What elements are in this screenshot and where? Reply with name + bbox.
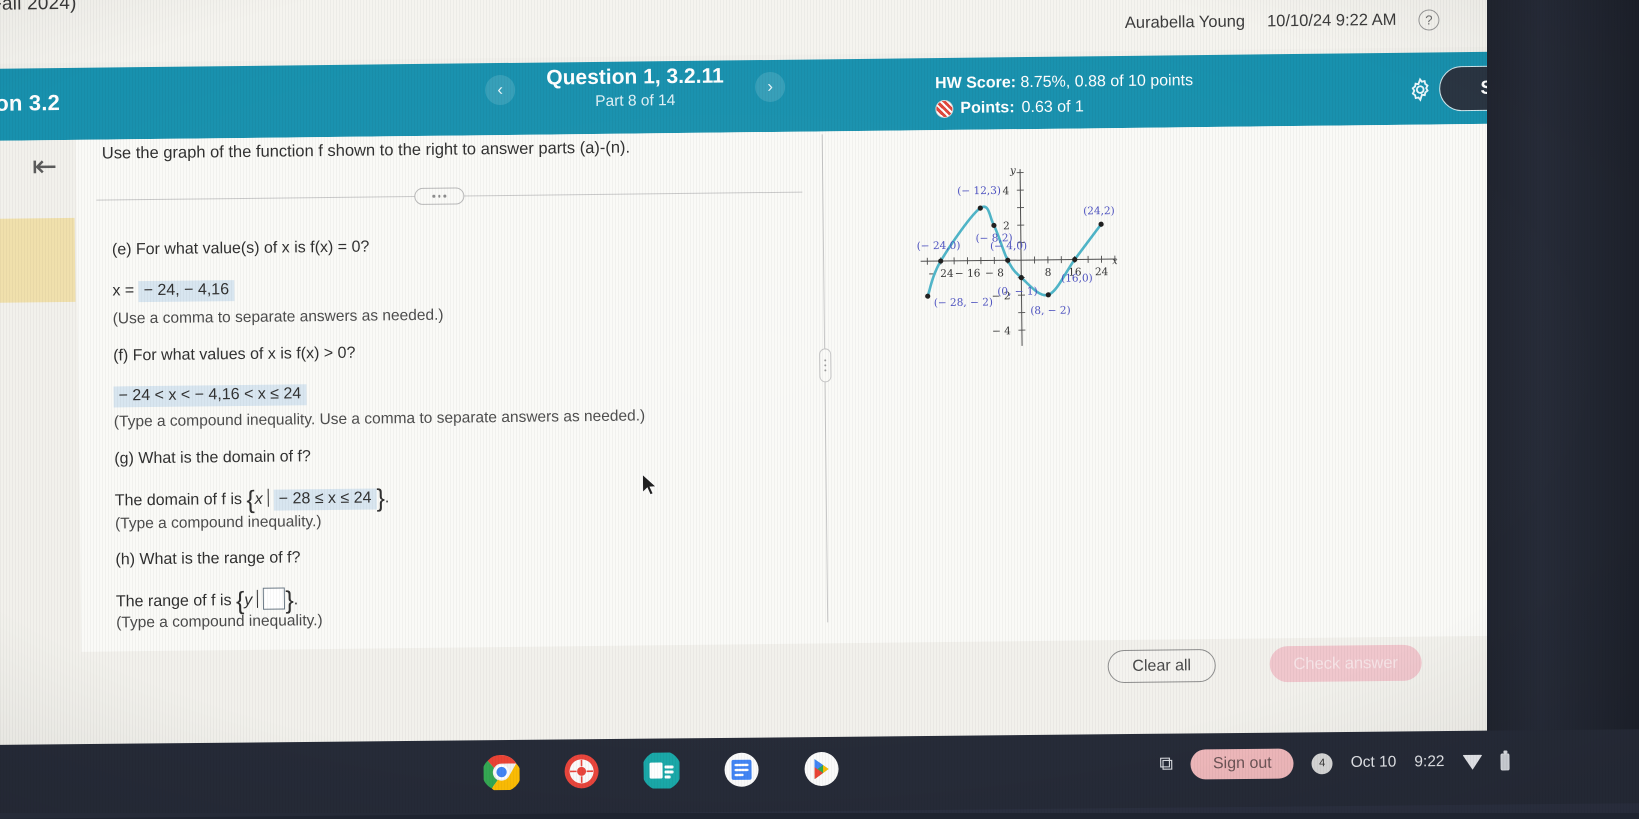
set-open-brace: { xyxy=(246,486,255,514)
user-name: Aurabella Young xyxy=(1125,13,1245,33)
part-e-answer-row: x = − 24, − 4,16 xyxy=(112,280,234,302)
course-title: Fall 2024) xyxy=(0,0,77,16)
partial-credit-icon xyxy=(935,100,953,118)
hw-score-row: HW Score: 8.75%, 0.88 of 10 points xyxy=(935,69,1193,97)
part-e-hint: (Use a comma to separate answers as need… xyxy=(113,307,444,329)
check-answer-button[interactable]: Check answer xyxy=(1270,645,1422,683)
screenshot-icon[interactable]: ⧉ xyxy=(1159,754,1173,776)
dot xyxy=(824,369,826,371)
score-summary: HW Score: 8.75%, 0.88 of 10 points Point… xyxy=(935,69,1193,122)
next-question-button[interactable]: › xyxy=(755,72,785,102)
part-g-hint: (Type a compound inequality.) xyxy=(115,513,322,533)
question-title-block: Question 1, 3.2.11 Part 8 of 14 xyxy=(529,64,742,113)
svg-text:24: 24 xyxy=(1095,266,1109,278)
set-close-brace: } xyxy=(285,586,294,614)
dot xyxy=(438,195,441,198)
svg-text:− 16: − 16 xyxy=(955,268,981,280)
graph-point-label: (8, − 2) xyxy=(1030,305,1071,317)
back-to-first-part-icon[interactable]: ⇤ xyxy=(32,149,58,184)
set-close-brace: } xyxy=(376,484,385,512)
hw-score-label: HW Score: xyxy=(935,74,1016,92)
graph-point-label: (16,0) xyxy=(1061,272,1093,284)
graph-svg: yx− 24− 16− 88162442− 2− 4(− 28, − 2)(− … xyxy=(844,130,1187,359)
svg-text:4: 4 xyxy=(1003,185,1010,197)
part-h-hint: (Type a compound inequality.) xyxy=(116,612,323,632)
part-g-answer-row: The domain of f is {x− 28 ≤ x ≤ 24}. xyxy=(115,484,390,516)
graph-point-label: (0, − 1) xyxy=(997,285,1038,297)
part-f-question: (f) For what values of x is f(x) > 0? xyxy=(113,345,355,366)
function-graph: yx− 24− 16− 88162442− 2− 4(− 28, − 2)(− … xyxy=(844,130,1187,359)
docs-icon[interactable] xyxy=(721,750,761,790)
part-g-answer-input[interactable]: − 28 ≤ x ≤ 24 xyxy=(274,488,377,510)
user-meta-bar: Aurabella Young 10/10/24 9:22 AM ? xyxy=(1125,9,1440,34)
set-bar xyxy=(268,489,269,507)
part-e-answer-prefix: x = xyxy=(112,282,134,299)
classroom-icon[interactable] xyxy=(641,750,681,790)
session-timestamp: 10/10/24 9:22 AM xyxy=(1267,11,1397,31)
question-part: Part 8 of 14 xyxy=(529,89,741,113)
svg-text:y: y xyxy=(1009,166,1016,177)
hw-score-value: 8.75%, 0.88 of 10 points xyxy=(1020,72,1193,91)
part-h-answer-prefix: The range of f is xyxy=(116,592,232,610)
part-f-answer-input[interactable]: − 24 < x < − 4,16 < x ≤ 24 xyxy=(113,384,306,407)
laptop-screen: Fall 2024) Aurabella Young 10/10/24 9:22… xyxy=(0,0,1639,813)
dot xyxy=(444,195,447,198)
graph-point-label: (− 28, − 2) xyxy=(934,296,993,309)
points-value: 0.63 of 1 xyxy=(1021,95,1084,121)
points-label: Points: xyxy=(960,96,1014,121)
gear-icon[interactable] xyxy=(1407,76,1433,102)
part-h-question: (h) What is the range of f? xyxy=(115,549,300,569)
taskbar-app-list xyxy=(481,749,841,792)
clear-all-button[interactable]: Clear all xyxy=(1108,649,1216,683)
part-e-answer-input[interactable]: − 24, − 4,16 xyxy=(139,280,235,302)
part-g-answer-prefix: The domain of f is xyxy=(115,491,242,509)
screen-bezel-right xyxy=(1487,0,1639,742)
browser-page: Fall 2024) Aurabella Young 10/10/24 9:22… xyxy=(0,0,1603,752)
question-title: Question 1, 3.2.11 xyxy=(529,64,741,91)
part-f-answer-row: − 24 < x < − 4,16 < x ≤ 24 xyxy=(113,384,306,407)
part-h-answer-input[interactable] xyxy=(263,588,285,610)
graph-point-label: (− 4,0) xyxy=(990,240,1027,252)
svg-text:− 8: − 8 xyxy=(985,267,1004,279)
section-label: on 3.2 xyxy=(0,90,60,117)
graph-point-label: (− 12,3) xyxy=(957,185,1001,197)
part-g-question: (g) What is the domain of f? xyxy=(114,448,311,468)
pane-resize-handle[interactable] xyxy=(819,348,831,382)
question-navigator: ‹ Question 1, 3.2.11 Part 8 of 14 › xyxy=(485,64,786,114)
notification-badge[interactable]: 4 xyxy=(1312,753,1333,774)
set-bar xyxy=(257,590,258,608)
graph-point-label: (24,2) xyxy=(1083,205,1115,217)
svg-text:− 4: − 4 xyxy=(992,325,1011,337)
help-icon[interactable]: ? xyxy=(1418,9,1439,30)
svg-text:2: 2 xyxy=(1003,220,1010,232)
graph-point-label: (− 24,0) xyxy=(917,240,961,252)
dot xyxy=(433,195,436,198)
play-store-icon[interactable] xyxy=(801,749,841,789)
chrome-icon[interactable] xyxy=(481,752,521,792)
highlight-marker-block xyxy=(0,218,76,303)
dot xyxy=(824,359,826,361)
os-taskbar: ⧉ Sign out 4 Oct 10 9:22 xyxy=(0,729,1639,819)
svg-text:8: 8 xyxy=(1045,267,1052,279)
wifi-icon[interactable] xyxy=(1462,754,1482,769)
dot xyxy=(824,364,826,366)
more-options-button[interactable] xyxy=(414,187,464,205)
part-e-question: (e) For what value(s) of x is f(x) = 0? xyxy=(112,239,370,260)
taskbar-time[interactable]: 9:22 xyxy=(1414,753,1444,771)
previous-question-button[interactable]: ‹ xyxy=(485,75,515,105)
taskbar-status-area: ⧉ Sign out 4 Oct 10 9:22 xyxy=(1159,746,1509,779)
battery-icon[interactable] xyxy=(1500,753,1509,770)
sign-out-button[interactable]: Sign out xyxy=(1191,748,1294,779)
part-g-set-variable: x xyxy=(255,491,263,508)
part-h-set-variable: y xyxy=(244,592,252,609)
camera-icon[interactable] xyxy=(561,751,601,791)
taskbar-date[interactable]: Oct 10 xyxy=(1351,753,1397,771)
points-row: Points: 0.63 of 1 xyxy=(935,94,1193,122)
